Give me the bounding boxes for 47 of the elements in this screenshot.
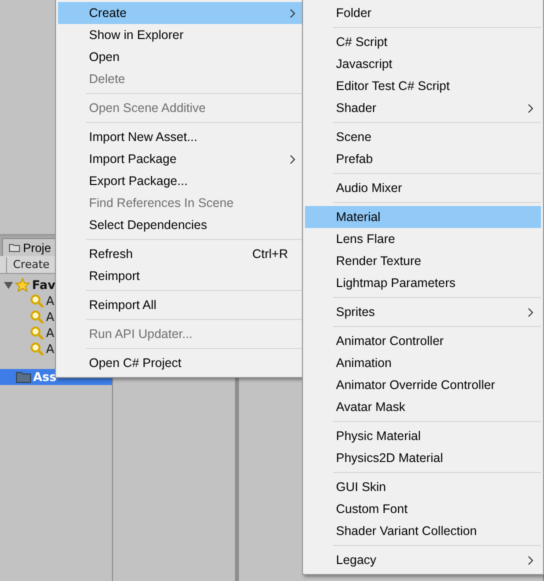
menu-item[interactable]: C# Script <box>305 31 541 53</box>
menu-item[interactable]: Select Dependencies <box>58 214 303 236</box>
menu-item[interactable]: Lightmap Parameters <box>305 272 541 294</box>
menu-item[interactable]: Legacy <box>305 549 541 571</box>
menu-item[interactable]: Show in Explorer <box>58 24 303 46</box>
menu-item[interactable]: Scene <box>305 126 541 148</box>
menu-item[interactable]: Open C# Project <box>58 352 303 374</box>
folder-icon <box>9 243 20 252</box>
folder-icon <box>16 371 31 383</box>
saved-search-item[interactable]: A <box>46 326 54 340</box>
menu-item[interactable]: Physic Material <box>305 425 541 447</box>
menu-item[interactable]: Avatar Mask <box>305 396 541 418</box>
menu-item[interactable]: Export Package... <box>58 170 303 192</box>
saved-search-item[interactable]: A <box>46 310 54 324</box>
menu-item[interactable]: Create <box>58 2 303 24</box>
menu-item[interactable]: Open <box>58 46 303 68</box>
menu-item[interactable]: Prefab <box>305 148 541 170</box>
search-icon <box>30 310 44 324</box>
menu-item[interactable]: Animator Controller <box>305 330 541 352</box>
saved-search-item[interactable]: A <box>46 294 54 308</box>
menu-item[interactable]: Animation <box>305 352 541 374</box>
search-icon <box>30 294 44 308</box>
menu-item[interactable]: GUI Skin <box>305 476 541 498</box>
search-icon <box>30 326 44 340</box>
menu-item[interactable]: Custom Font <box>305 498 541 520</box>
search-icon <box>30 342 44 356</box>
menu-item[interactable]: Reimport All <box>58 294 303 316</box>
menu-item[interactable]: Sprites <box>305 301 541 323</box>
menu-item[interactable]: Editor Test C# Script <box>305 75 541 97</box>
menu-item[interactable]: Audio Mixer <box>305 177 541 199</box>
menu-item[interactable]: Javascript <box>305 53 541 75</box>
menu-item[interactable]: Reimport <box>58 265 303 287</box>
menu-item[interactable]: Folder <box>305 2 541 24</box>
menu-item[interactable]: Refresh Ctrl+R <box>58 243 303 265</box>
menu-item[interactable]: Import Package <box>58 148 303 170</box>
menu-item[interactable]: Lens Flare <box>305 228 541 250</box>
expand-triangle-icon[interactable] <box>4 280 13 290</box>
saved-search-item[interactable]: A <box>46 342 54 356</box>
menu-item[interactable]: Shader Variant Collection <box>305 520 541 542</box>
menu-item[interactable]: Material <box>305 206 541 228</box>
star-icon <box>15 278 30 292</box>
favorites-label[interactable]: Fav <box>32 278 56 292</box>
menu-item[interactable]: Animator Override Controller <box>305 374 541 396</box>
menu-item[interactable]: Shader <box>305 97 541 119</box>
menu-item[interactable]: Import New Asset... <box>58 126 303 148</box>
menu-item[interactable]: Physics2D Material <box>305 447 541 469</box>
menu-item[interactable]: Render Texture <box>305 250 541 272</box>
